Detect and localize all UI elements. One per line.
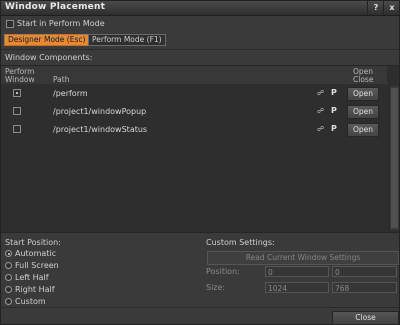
close-window-button[interactable]: x: [385, 2, 399, 13]
size-width-field[interactable]: 1024: [265, 282, 329, 293]
read-window-settings-button[interactable]: Read Current Window Settings: [207, 251, 399, 265]
perform-mode-button[interactable]: Perform Mode (F1): [88, 34, 166, 46]
start-in-perform-label: Start in Perform Mode: [17, 19, 105, 28]
link-icon[interactable]: ☍: [317, 107, 326, 115]
table-row: /project1/windowPopup ☍ P Open: [1, 104, 387, 120]
table-row: /project1/windowStatus ☍ P Open: [1, 122, 387, 138]
start-in-perform-checkbox[interactable]: [6, 20, 14, 28]
close-button[interactable]: Close: [332, 311, 399, 325]
radio-full-screen-label: Full Screen: [15, 261, 59, 270]
window-placement-dialog: Window Placement ? x Start in Perform Mo…: [0, 0, 400, 325]
position-x-field[interactable]: 0: [265, 266, 329, 277]
divider: [1, 49, 399, 50]
radio-right-half-label: Right Half: [15, 285, 55, 294]
designer-mode-button[interactable]: Designer Mode (Esc): [4, 34, 90, 46]
components-list: Perform Window Path Open Close /perform …: [1, 65, 399, 233]
radio-full-screen[interactable]: [5, 262, 12, 269]
link-icon[interactable]: ☍: [317, 89, 326, 97]
divider: [1, 307, 399, 308]
open-button[interactable]: Open: [347, 123, 379, 137]
window-title: Window Placement: [5, 2, 106, 12]
custom-settings-label: Custom Settings:: [206, 238, 275, 247]
position-y-field[interactable]: 0: [332, 266, 397, 277]
position-label: Position:: [206, 267, 240, 276]
perform-tag[interactable]: P: [331, 88, 337, 97]
component-path: /perform: [53, 89, 88, 98]
window-components-label: Window Components:: [5, 53, 93, 62]
open-button[interactable]: Open: [347, 105, 379, 119]
radio-left-half[interactable]: [5, 274, 12, 281]
size-label: Size:: [206, 283, 226, 292]
component-path: /project1/windowPopup: [53, 107, 147, 116]
header-path: Path: [53, 75, 70, 84]
open-button[interactable]: Open: [347, 87, 379, 101]
start-position-label: Start Position:: [5, 238, 61, 247]
radio-custom-label: Custom: [15, 297, 46, 306]
title-separator: [383, 1, 384, 15]
radio-custom[interactable]: [5, 298, 12, 305]
help-button[interactable]: ?: [369, 2, 383, 13]
perform-window-checkbox[interactable]: [13, 125, 21, 133]
perform-tag[interactable]: P: [331, 124, 337, 133]
header-window: Window: [5, 75, 35, 84]
scrollbar-thumb[interactable]: [391, 88, 398, 228]
radio-automatic-label: Automatic: [15, 249, 57, 258]
size-height-field[interactable]: 768: [332, 282, 397, 293]
radio-automatic[interactable]: [5, 250, 12, 257]
header-close: Close: [353, 75, 374, 84]
title-bar[interactable]: Window Placement ? x: [1, 1, 399, 16]
title-separator: [367, 1, 368, 15]
perform-tag[interactable]: P: [331, 106, 337, 115]
link-icon[interactable]: ☍: [317, 125, 326, 133]
radio-left-half-label: Left Half: [15, 273, 49, 282]
component-path: /project1/windowStatus: [53, 125, 148, 134]
radio-right-half[interactable]: [5, 286, 12, 293]
vertical-scrollbar[interactable]: [389, 86, 399, 230]
list-header: Perform Window Path Open Close: [1, 66, 387, 84]
perform-window-checkbox[interactable]: [13, 107, 21, 115]
table-row: /perform ☍ P Open: [1, 86, 387, 102]
perform-window-checkbox[interactable]: [13, 89, 21, 97]
